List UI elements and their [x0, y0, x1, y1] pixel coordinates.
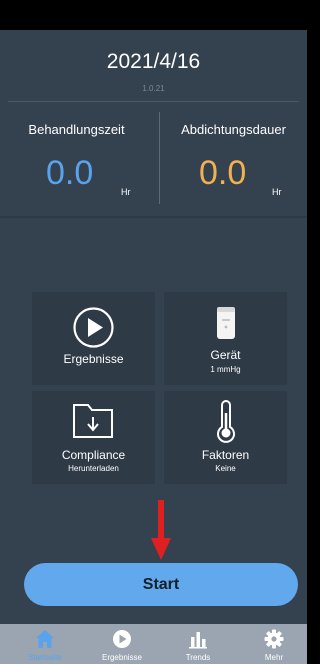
tab-mehr-label: Mehr	[264, 653, 284, 662]
device-tile-sub: 1 mmHg	[210, 365, 241, 374]
factors-tile-label: Faktoren	[201, 448, 250, 462]
compliance-tile-sub: Herunterladen	[68, 464, 119, 473]
device-tile-label: Gerät	[210, 348, 241, 362]
arrow-down-icon	[151, 500, 171, 560]
play-icon	[113, 630, 131, 648]
compliance-tile[interactable]: Compliance Herunterladen	[32, 391, 155, 484]
app-version: 1.0.21	[142, 84, 165, 93]
bar-chart-icon	[189, 632, 207, 649]
device-icon	[217, 307, 235, 339]
tab-ergebnisse[interactable]: Ergebnisse	[84, 624, 160, 664]
factors-tile-sub: Keine	[215, 464, 236, 473]
thermometer-icon	[217, 400, 235, 443]
tab-mehr[interactable]: Mehr	[236, 624, 312, 664]
seal-duration-unit: Hr	[272, 187, 282, 197]
treatment-time-value: 0.0	[46, 154, 94, 192]
tab-startseite[interactable]: Startseite	[7, 624, 83, 664]
play-circle-icon	[73, 307, 114, 348]
gear-icon	[264, 629, 284, 649]
status-bar	[0, 0, 307, 30]
device-tile[interactable]: Gerät 1 mmHg	[164, 292, 287, 385]
app-screen: 2021/4/16 1.0.21 Behandlungszeit Abdicht…	[0, 30, 307, 624]
tab-startseite-label: Startseite	[28, 653, 62, 662]
folder-download-icon	[73, 404, 113, 438]
stats-bottom-divider	[0, 216, 307, 218]
stats-divider	[159, 112, 160, 204]
compliance-tile-label: Compliance	[61, 448, 126, 462]
seal-duration-value: 0.0	[199, 154, 247, 192]
results-tile-label: Ergebnisse	[63, 352, 124, 366]
treatment-time-label: Behandlungszeit	[28, 122, 125, 137]
date-title: 2021/4/16	[106, 50, 201, 73]
tab-trends-label: Trends	[185, 653, 211, 662]
tab-ergebnisse-label: Ergebnisse	[101, 653, 143, 662]
treatment-time-unit: Hr	[121, 187, 131, 197]
bottom-tab-bar: Startseite Ergebnisse Trends Mehr	[0, 624, 307, 664]
header-divider	[8, 101, 299, 102]
tab-trends[interactable]: Trends	[160, 624, 236, 664]
factors-tile[interactable]: Faktoren Keine	[164, 391, 287, 484]
start-button[interactable]: Start	[24, 563, 298, 606]
results-tile[interactable]: Ergebnisse	[32, 292, 155, 385]
home-icon	[36, 630, 54, 648]
seal-duration-label: Abdichtungsdauer	[181, 122, 286, 137]
